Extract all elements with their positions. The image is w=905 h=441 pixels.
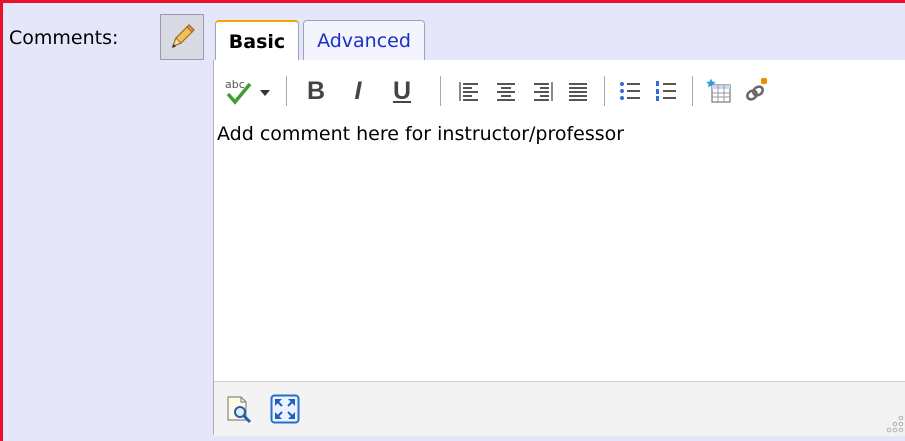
insert-table-icon bbox=[706, 78, 731, 103]
underline-icon: U bbox=[392, 76, 412, 105]
align-justify-button[interactable] bbox=[562, 71, 594, 111]
comments-panel: Comments: Basic Advanced abc B I U Add c… bbox=[3, 3, 905, 441]
bulleted-list-button[interactable] bbox=[614, 71, 646, 111]
numbered-list-icon bbox=[656, 81, 676, 101]
svg-text:abc: abc bbox=[225, 78, 245, 91]
comment-text: Add comment here for instructor/professo… bbox=[217, 123, 625, 145]
toolbar-separator bbox=[604, 76, 605, 106]
fullscreen-button[interactable] bbox=[270, 394, 300, 424]
bulleted-list-icon bbox=[620, 82, 640, 100]
insert-link-icon bbox=[746, 77, 768, 101]
comment-textarea[interactable]: Add comment here for instructor/professo… bbox=[214, 122, 905, 380]
italic-button[interactable]: I bbox=[340, 71, 376, 111]
tab-basic[interactable]: Basic bbox=[215, 20, 299, 60]
align-left-icon bbox=[459, 82, 478, 101]
numbered-list-button[interactable] bbox=[650, 71, 682, 111]
rich-text-editor: abc B I U Add comment here for instructo… bbox=[213, 60, 905, 436]
toolbar-separator bbox=[286, 76, 287, 106]
toolbar-separator bbox=[440, 76, 441, 106]
italic-icon: I bbox=[354, 76, 362, 105]
editor-footer bbox=[214, 381, 905, 436]
align-left-button[interactable] bbox=[454, 71, 486, 111]
editor-toolbar: abc B I U bbox=[214, 60, 905, 122]
chevron-down-icon bbox=[260, 90, 270, 96]
preview-icon bbox=[227, 396, 252, 424]
preview-button[interactable] bbox=[224, 394, 254, 424]
toolbar-separator bbox=[692, 76, 693, 106]
align-center-button[interactable] bbox=[490, 71, 522, 111]
tab-advanced[interactable]: Advanced bbox=[303, 20, 425, 60]
resize-grip-icon bbox=[886, 415, 904, 433]
align-right-icon bbox=[534, 82, 553, 101]
bold-button[interactable]: B bbox=[298, 71, 334, 111]
align-center-icon bbox=[497, 83, 515, 101]
bold-icon: B bbox=[306, 76, 326, 105]
pencil-icon bbox=[171, 24, 195, 48]
underline-button[interactable]: U bbox=[384, 71, 420, 111]
fullscreen-icon bbox=[270, 394, 300, 424]
insert-table-button[interactable] bbox=[702, 71, 736, 111]
align-right-button[interactable] bbox=[526, 71, 558, 111]
spellcheck-button[interactable]: abc bbox=[222, 71, 276, 111]
align-justify-icon bbox=[569, 83, 587, 101]
edit-comment-button[interactable] bbox=[160, 14, 204, 60]
comments-label: Comments: bbox=[9, 27, 119, 49]
insert-link-button[interactable] bbox=[740, 71, 774, 111]
spellcheck-icon: abc bbox=[225, 78, 270, 105]
resize-grip[interactable] bbox=[883, 412, 905, 434]
